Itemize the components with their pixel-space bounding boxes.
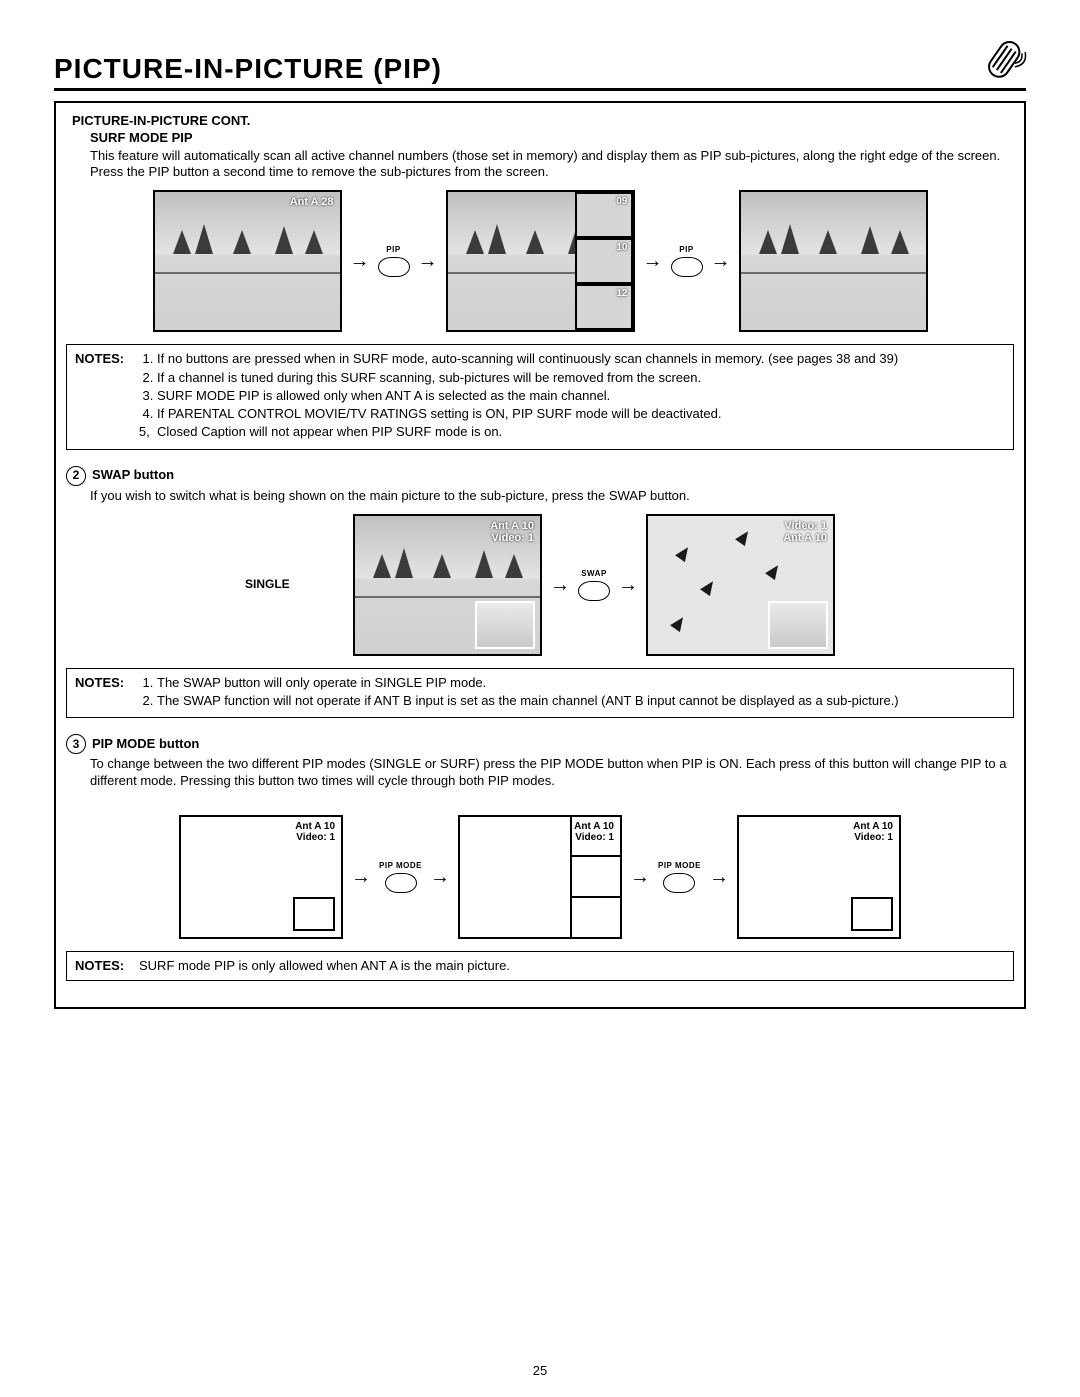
pip-single xyxy=(851,897,893,931)
pip-button: PIP xyxy=(671,245,703,277)
remote-icon xyxy=(970,27,1037,95)
pip-button: PIP xyxy=(378,245,410,277)
notes-label: NOTES: xyxy=(75,958,131,974)
arrow-icon: → xyxy=(711,251,731,271)
surf-figure: Ant A 28 → PIP → 09 10 12 → PIP xyxy=(66,190,1014,332)
pip-single xyxy=(293,897,335,931)
osd-label: Ant A 28 xyxy=(290,196,334,209)
arrow-icon: → xyxy=(418,251,438,271)
mode-screen-1: Ant A 10Video: 1 xyxy=(179,815,343,939)
arrow-icon: → xyxy=(550,575,570,595)
surf-strip: 09 10 12 xyxy=(575,192,633,330)
osd-label: Ant A 10Video: 1 xyxy=(853,821,893,844)
page-number: 25 xyxy=(0,1363,1080,1379)
arrow-icon: → xyxy=(630,867,650,887)
section-heading: PICTURE-IN-PICTURE CONT. xyxy=(72,113,1014,129)
surf-screen-1: Ant A 28 xyxy=(153,190,342,332)
notes-box-2: NOTES: The SWAP button will only operate… xyxy=(66,668,1014,719)
arrow-icon: → xyxy=(618,575,638,595)
osd-label: Ant A 10Video: 1 xyxy=(295,821,335,844)
pipmode-button: PIP MODE xyxy=(379,861,422,893)
pip-strip xyxy=(570,817,620,937)
osd-label: Video: 1Ant A 10 xyxy=(783,520,827,545)
arrow-icon: → xyxy=(709,867,729,887)
pip-sub xyxy=(768,601,828,649)
arrow-icon: → xyxy=(430,867,450,887)
notes-text: SURF mode PIP is only allowed when ANT A… xyxy=(139,958,510,974)
osd-label: Ant A 10Video: 1 xyxy=(490,520,534,545)
swap-heading: 2 SWAP button xyxy=(66,466,1014,486)
mode-figure: Ant A 10Video: 1 → PIP MODE → Ant A 10Vi… xyxy=(66,815,1014,939)
section-subheading: SURF MODE PIP xyxy=(90,130,1014,146)
surf-intro: This feature will automatically scan all… xyxy=(90,148,1014,181)
mode-para: To change between the two different PIP … xyxy=(90,756,1014,789)
swap-screen-b: Video: 1Ant A 10 xyxy=(646,514,835,656)
swap-para: If you wish to switch what is being show… xyxy=(90,488,1014,504)
content-frame: PICTURE-IN-PICTURE CONT. SURF MODE PIP T… xyxy=(54,101,1026,1009)
notes-box-3: NOTES: SURF mode PIP is only allowed whe… xyxy=(66,951,1014,981)
surf-screen-2: 09 10 12 xyxy=(446,190,635,332)
pip-sub xyxy=(475,601,535,649)
notes-label: NOTES: xyxy=(75,351,131,367)
arrow-icon: → xyxy=(643,251,663,271)
notes-box-1: NOTES: If no buttons are pressed when in… xyxy=(66,344,1014,449)
page-title: PICTURE-IN-PICTURE (PIP) xyxy=(54,51,442,86)
swap-button: SWAP xyxy=(578,569,610,601)
mode-screen-2: Ant A 10Video: 1 xyxy=(458,815,622,939)
surf-screen-3 xyxy=(739,190,928,332)
pipmode-button: PIP MODE xyxy=(658,861,701,893)
arrow-icon: → xyxy=(351,867,371,887)
arrow-icon: → xyxy=(350,251,370,271)
swap-screen-a: Ant A 10Video: 1 xyxy=(353,514,542,656)
swap-figure: SINGLE Ant A 10Video: 1 → SWAP → xyxy=(66,514,1014,656)
notes-list: If no buttons are pressed when in SURF m… xyxy=(139,351,898,442)
mode-screen-3: Ant A 10Video: 1 xyxy=(737,815,901,939)
single-label: SINGLE xyxy=(245,577,345,592)
notes-list: The SWAP button will only operate in SIN… xyxy=(139,675,899,712)
notes-label: NOTES: xyxy=(75,675,131,691)
mode-heading: 3 PIP MODE button xyxy=(66,734,1014,754)
